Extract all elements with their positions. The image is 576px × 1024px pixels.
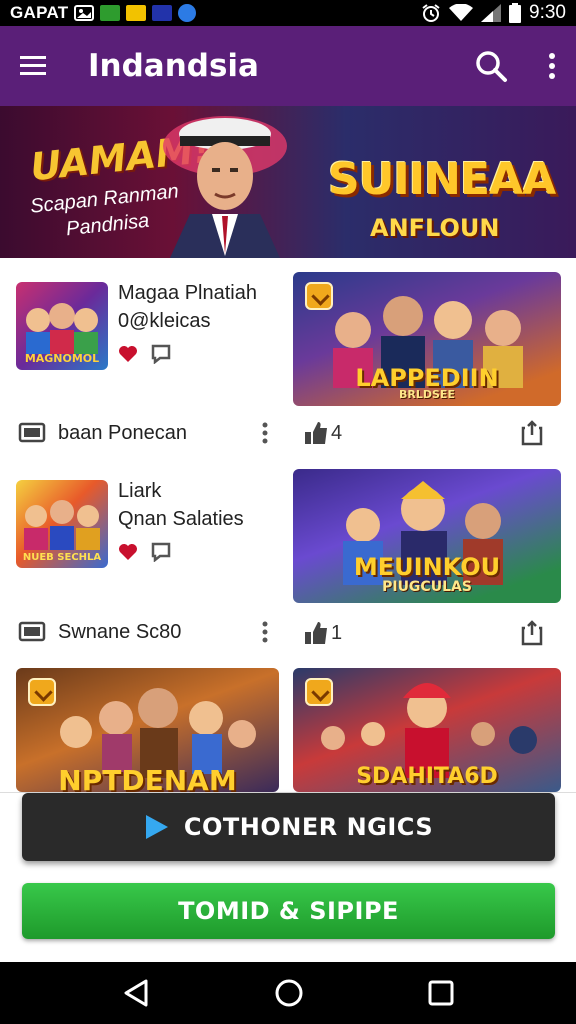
chat-icon: [18, 422, 46, 443]
grid-card-image[interactable]: MEUINKOU PIUGCULAS: [293, 469, 561, 603]
list-item-thumbnail[interactable]: MAGNOMOL: [16, 282, 108, 370]
list-item-channel: baan Ponecan: [58, 421, 188, 444]
grid-card-title: NPTDENAM: [58, 764, 237, 792]
primary-cta-label: TOMID & SIPIPE: [178, 897, 399, 925]
list-item-thumbnail[interactable]: NUEB SECHLA: [16, 480, 108, 568]
list-item-title: Liark: [118, 480, 162, 502]
list-item-channel: Swnane Sc80: [58, 620, 182, 643]
share-icon[interactable]: [521, 620, 543, 646]
like-icon[interactable]: [303, 620, 329, 646]
list-item[interactable]: MAGNOMOL Magaa Plnatiah 0@kleicas baan P…: [0, 262, 288, 462]
banner-logo-subtitle: ANFLOUN: [370, 214, 500, 242]
app-icon-circle: [178, 4, 197, 22]
signal-icon: [481, 4, 502, 22]
app-icon-yellow: [126, 5, 147, 21]
comment-icon[interactable]: [150, 542, 172, 562]
list-item-subtitle: Qnan Salaties: [118, 508, 244, 530]
play-promo-label: COTHONER NGICS: [183, 813, 434, 841]
grid-card[interactable]: LAPPEDIIN BRLDSEE 4: [293, 272, 561, 462]
more-vert-icon[interactable]: [262, 621, 268, 643]
back-icon[interactable]: [122, 978, 150, 1008]
grid-card-image[interactable]: SDAHITA6D: [293, 668, 561, 792]
like-count: 1: [331, 621, 343, 644]
more-vert-icon[interactable]: [548, 52, 556, 80]
grid-card[interactable]: NPTDENAM: [16, 668, 279, 792]
clock: 9:30: [529, 2, 566, 23]
thumbnail-art: NUEB SECHLA: [23, 500, 102, 563]
home-icon[interactable]: [274, 978, 304, 1008]
alarm-icon: [422, 4, 440, 22]
grid-card[interactable]: SDAHITA6D: [293, 668, 561, 792]
grid-card-title: SDAHITA6D: [356, 764, 498, 789]
status-bar: GAPAT 9:30: [0, 0, 576, 26]
chat-icon: [18, 621, 46, 642]
app-icon-green: [100, 5, 121, 21]
play-promo-button[interactable]: COTHONER NGICS: [22, 793, 555, 861]
grid-card-image[interactable]: NPTDENAM: [16, 668, 279, 792]
banner-subline-2: Pandnisa: [65, 209, 151, 241]
app-title: Indandsia: [88, 48, 259, 84]
recents-icon[interactable]: [428, 980, 454, 1006]
list-item[interactable]: NUEB SECHLA Liark Qnan Salaties Swnane S…: [0, 462, 288, 662]
grid-card-subtitle: PIUGCULAS: [382, 579, 472, 595]
menu-icon[interactable]: [20, 55, 48, 77]
grid-card-title: MEUINKOU: [353, 553, 501, 581]
search-icon[interactable]: [474, 49, 508, 83]
more-vert-icon[interactable]: [262, 422, 268, 444]
list-item-subtitle: 0@kleicas: [118, 310, 211, 332]
system-nav-bar: [0, 962, 576, 1024]
comment-icon[interactable]: [150, 344, 172, 364]
thumbnail-art: MAGNOMOL: [25, 303, 99, 365]
banner-hero-illustration: [163, 116, 287, 258]
battery-icon: [509, 3, 522, 23]
svg-text:NUEB SECHLA: NUEB SECHLA: [23, 552, 102, 563]
heart-icon[interactable]: [118, 345, 138, 363]
app-icon-blue: [152, 5, 173, 21]
wifi-icon: [449, 4, 474, 21]
bottom-action-panel: COTHONER NGICS TOMID & SIPIPE: [0, 792, 576, 962]
like-count: 4: [331, 421, 343, 444]
grid-card-subtitle: BRLDSEE: [399, 388, 455, 401]
like-icon[interactable]: [303, 420, 329, 446]
list-item-title: Magaa Plnatiah: [118, 282, 257, 304]
play-icon: [145, 815, 168, 839]
photo-icon: [74, 5, 95, 21]
grid-card-image[interactable]: LAPPEDIIN BRLDSEE: [293, 272, 561, 406]
heart-icon[interactable]: [118, 543, 138, 561]
promo-banner[interactable]: UAMAM! Scapan Ranman Pandnisa SUIINEAA A…: [0, 106, 576, 258]
banner-logo-title: SUIINEAA: [328, 154, 556, 205]
primary-cta-button[interactable]: TOMID & SIPIPE: [22, 883, 555, 939]
carrier-label: GAPAT: [10, 3, 69, 22]
game-feed: MAGNOMOL Magaa Plnatiah 0@kleicas baan P…: [0, 262, 576, 792]
svg-text:MAGNOMOL: MAGNOMOL: [25, 352, 99, 365]
share-icon[interactable]: [521, 420, 543, 446]
app-bar: Indandsia: [0, 26, 576, 106]
grid-card[interactable]: MEUINKOU PIUGCULAS 1: [293, 469, 561, 659]
